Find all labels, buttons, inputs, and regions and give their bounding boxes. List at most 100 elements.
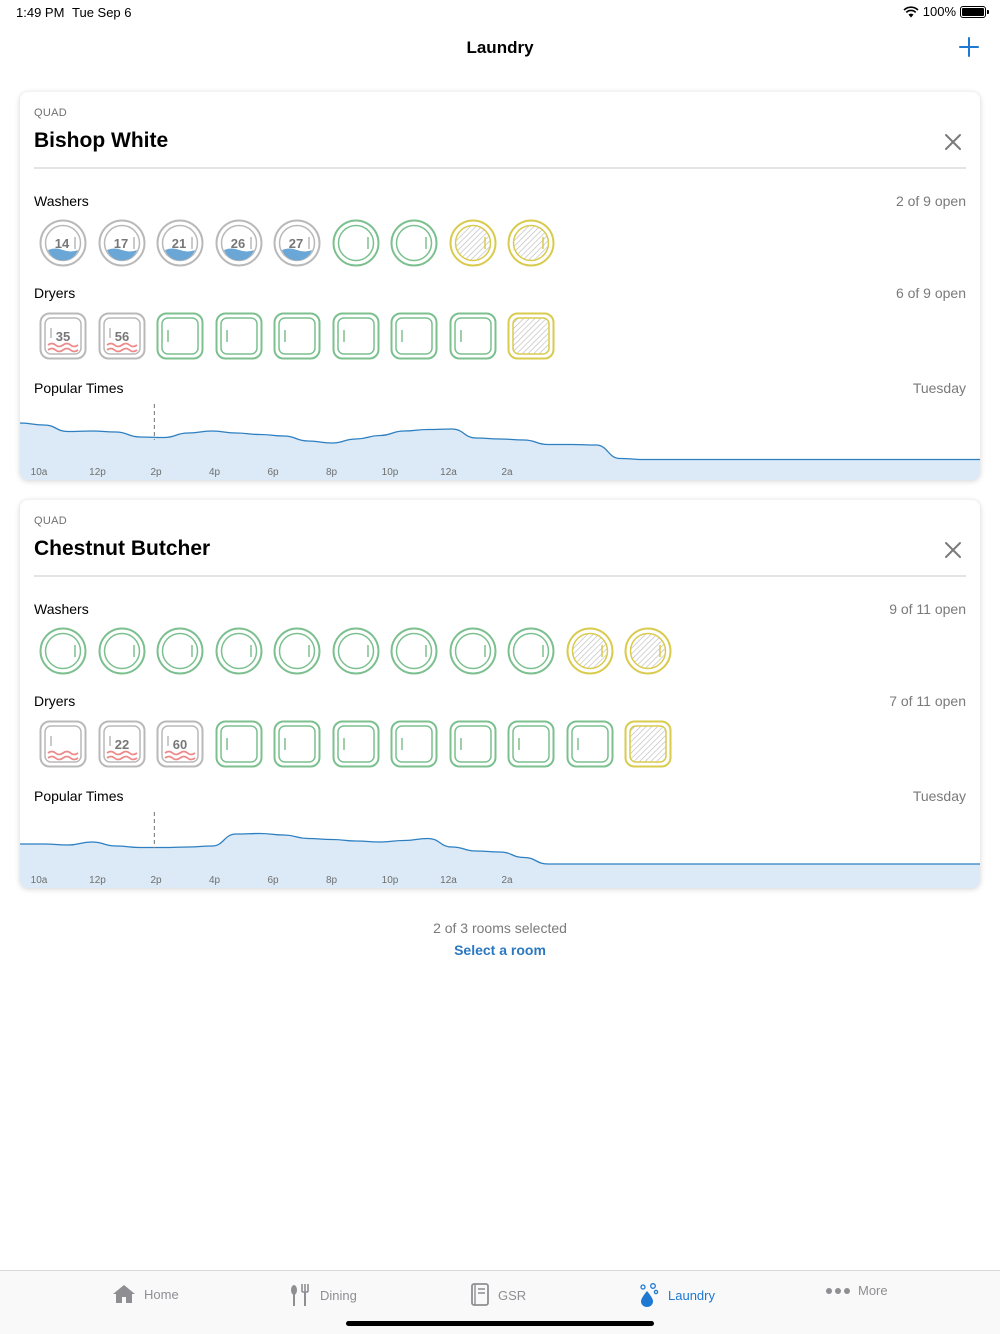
tab-more[interactable]: More (826, 1283, 888, 1298)
dryer-minutes: 56 (114, 329, 128, 344)
washer-open[interactable] (273, 627, 321, 675)
dryer-running[interactable]: 35 (39, 312, 87, 360)
dryer-running[interactable] (39, 720, 87, 768)
room-name: Chestnut Butcher (34, 537, 211, 560)
washers-count: 9 of 11 open (889, 601, 966, 617)
dryers-label: Dryers (34, 285, 76, 301)
dryer-open[interactable] (215, 312, 263, 360)
dryers-label: Dryers (34, 693, 76, 709)
washer-minutes: 27 (289, 236, 303, 251)
dryer-open[interactable] (273, 312, 321, 360)
battery-percent: 100% (922, 4, 956, 19)
popular-times-label: Popular Times (34, 380, 124, 396)
washer-open[interactable] (332, 627, 380, 675)
x-tick-label: 10a (31, 875, 48, 886)
tab-laundry[interactable]: Laundry (638, 1283, 715, 1307)
room-card-bishop-white: QUAD Bishop White Washers 2 of 9 open 14… (20, 92, 980, 480)
close-icon[interactable] (944, 541, 962, 559)
tab-label: Home (144, 1286, 179, 1302)
washer-open[interactable] (215, 627, 263, 675)
select-room-link[interactable]: Select a room (0, 942, 1000, 958)
rooms-selected-text: 2 of 3 rooms selected (433, 920, 567, 936)
x-tick-label: 8p (326, 875, 338, 886)
washers-count: 2 of 9 open (895, 193, 966, 209)
dryer-broken[interactable] (624, 720, 672, 768)
room-kind: QUAD (34, 515, 67, 527)
x-tick-label: 12a (440, 467, 457, 478)
washer-open[interactable] (449, 627, 497, 675)
dryers-count: 7 of 11 open (889, 693, 966, 709)
tab-label: GSR (498, 1287, 527, 1303)
dryer-minutes: 22 (114, 737, 128, 752)
popular-times-area (20, 833, 980, 888)
tab-home[interactable]: Home (112, 1283, 179, 1305)
x-tick-label: 2p (150, 467, 162, 478)
dryer-open[interactable] (390, 720, 438, 768)
dryer-open[interactable] (156, 312, 204, 360)
popular-times-chart: 10a 12p 2p 4p 6p 8p 10p 12a 2a (20, 808, 980, 888)
close-icon[interactable] (944, 133, 962, 151)
washer-open[interactable] (98, 627, 146, 675)
divider (34, 167, 966, 169)
tab-gsr[interactable]: GSR (470, 1283, 526, 1307)
dryer-open[interactable] (332, 312, 380, 360)
popular-times-day: Tuesday (912, 380, 966, 396)
laundry-icon (640, 1283, 659, 1307)
washer-open[interactable] (390, 627, 438, 675)
dryer-open[interactable] (507, 720, 555, 768)
dryer-open[interactable] (273, 720, 321, 768)
x-tick-label: 6p (267, 467, 279, 478)
book-icon (471, 1283, 489, 1306)
dryer-open[interactable] (215, 720, 263, 768)
dryer-open[interactable] (332, 720, 380, 768)
washer-broken[interactable] (449, 219, 497, 267)
x-tick-label: 10p (382, 875, 399, 886)
dryer-open[interactable] (566, 720, 614, 768)
dryer-open[interactable] (390, 312, 438, 360)
washer-running[interactable]: 14 (39, 219, 87, 267)
tab-label: Laundry (668, 1287, 715, 1303)
dryer-broken[interactable] (507, 312, 555, 360)
dryer-open[interactable] (449, 720, 497, 768)
x-tick-label: 2p (150, 875, 162, 886)
dryer-row: 35 56 (39, 312, 555, 360)
popular-times-chart: 10a 12p 2p 4p 6p 8p 10p 12a 2a (20, 400, 980, 480)
dryer-running[interactable]: 60 (156, 720, 204, 768)
room-card-chestnut-butcher: QUAD Chestnut Butcher Washers 9 of 11 op… (20, 500, 980, 888)
washer-row (39, 627, 672, 675)
washer-open[interactable] (332, 219, 380, 267)
status-time: 1:49 PM (16, 5, 65, 20)
washer-minutes: 14 (55, 236, 70, 251)
washer-running[interactable]: 26 (215, 219, 263, 267)
washer-open[interactable] (39, 627, 87, 675)
washer-running[interactable]: 17 (98, 219, 146, 267)
x-tick-label: 10p (382, 467, 399, 478)
washers-label: Washers (34, 601, 89, 617)
washer-broken[interactable] (624, 627, 672, 675)
washer-broken[interactable] (566, 627, 614, 675)
status-bar: 1:49 PM Tue Sep 6 100% (0, 0, 1000, 24)
washer-open[interactable] (156, 627, 204, 675)
status-date: Tue Sep 6 (72, 5, 132, 20)
tab-dining[interactable]: Dining (288, 1283, 357, 1307)
dryer-open[interactable] (449, 312, 497, 360)
x-tick-label: 4p (209, 875, 221, 886)
dryer-minutes: 35 (56, 329, 70, 344)
x-tick-label: 2a (501, 875, 513, 886)
washer-broken[interactable] (507, 219, 555, 267)
dryer-running[interactable]: 56 (98, 312, 146, 360)
washer-open[interactable] (390, 219, 438, 267)
status-right: 100% (903, 4, 989, 19)
room-kind: QUAD (34, 107, 67, 119)
popular-times-label: Popular Times (34, 788, 124, 804)
washer-open[interactable] (507, 627, 555, 675)
x-tick-label: 12a (440, 875, 457, 886)
dryer-running[interactable]: 22 (98, 720, 146, 768)
washer-running[interactable]: 21 (156, 219, 204, 267)
add-icon[interactable] (958, 36, 980, 58)
washer-minutes: 21 (172, 236, 186, 251)
x-tick-label: 8p (326, 467, 338, 478)
washer-minutes: 17 (113, 236, 127, 251)
washer-running[interactable]: 27 (273, 219, 321, 267)
x-tick-label: 12p (89, 467, 106, 478)
